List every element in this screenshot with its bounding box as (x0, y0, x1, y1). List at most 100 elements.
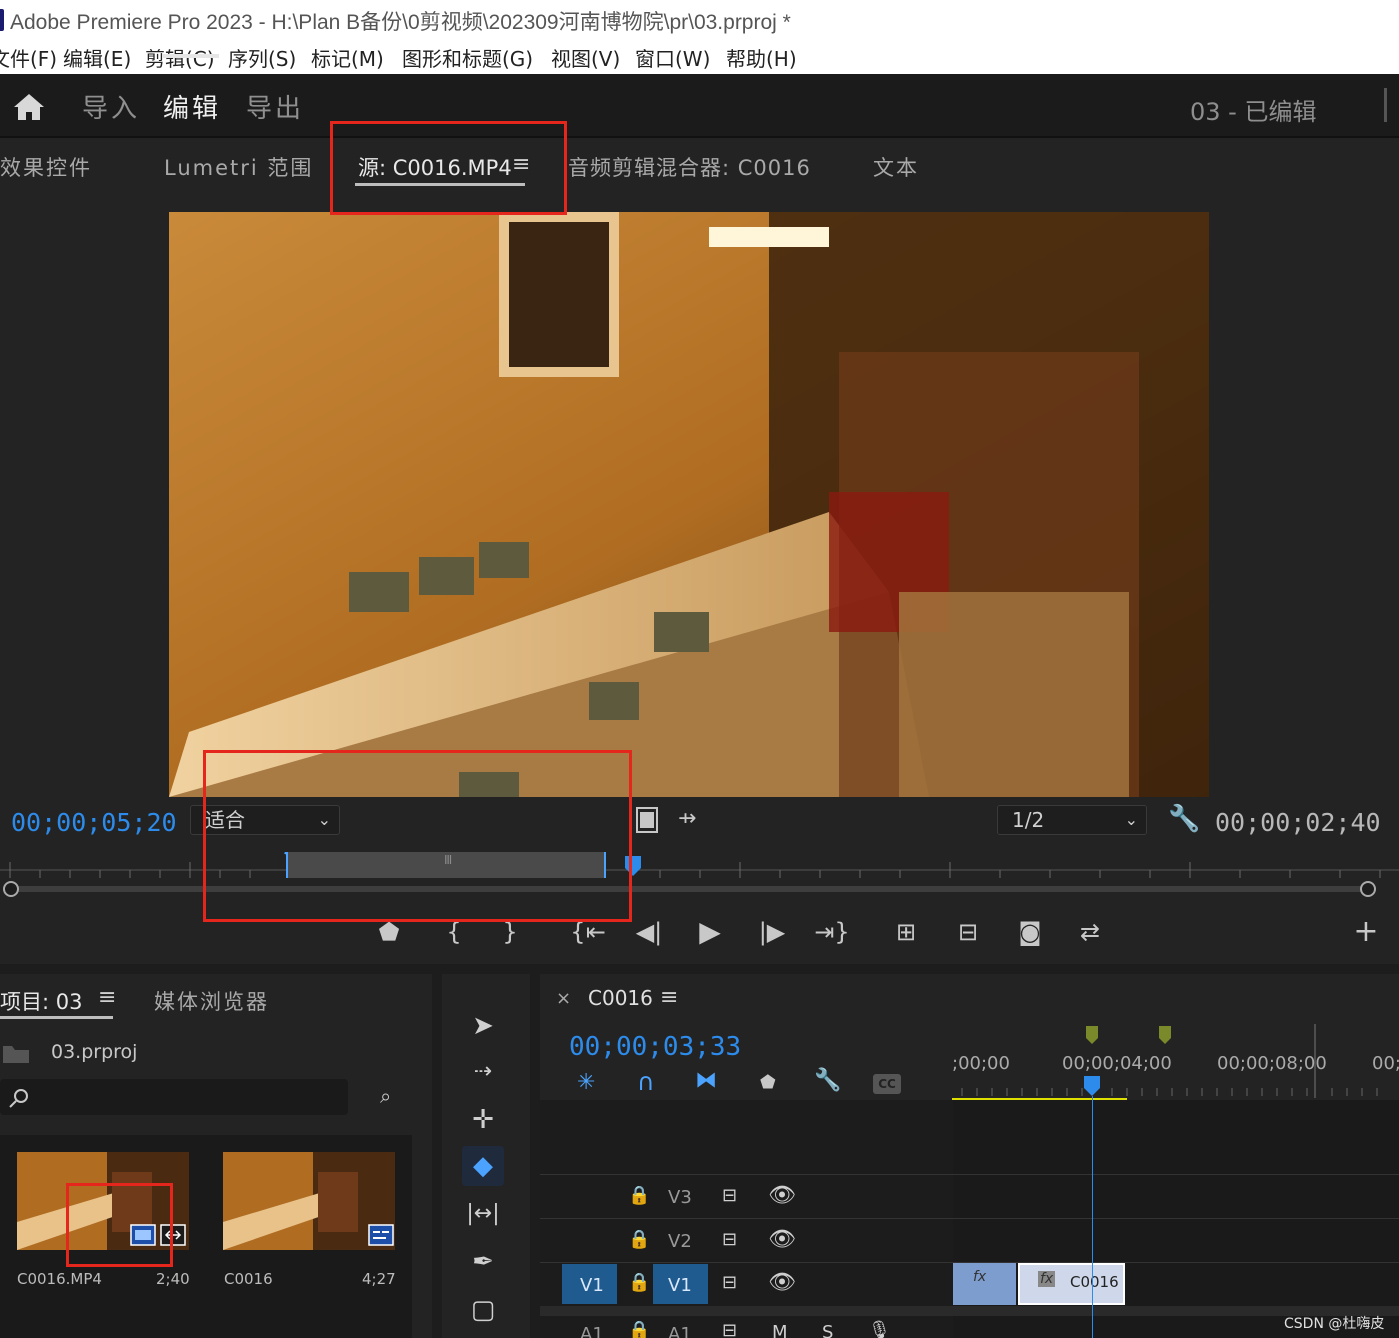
menu-help[interactable]: 帮助(H) (726, 43, 797, 72)
export-frame-camera-icon[interactable]: ◙ (1010, 914, 1050, 950)
menu-window[interactable]: 窗口(W) (635, 43, 710, 72)
toggle-proxy-button[interactable]: ⇄ (1070, 914, 1110, 950)
tab-import[interactable]: 导入 (82, 88, 140, 125)
ripple-edit-tool-icon[interactable]: ✛ (462, 1100, 504, 1140)
sync-lock-icon[interactable]: ⊟ (722, 1272, 737, 1293)
project-tab-underline (0, 1016, 113, 1019)
project-panel-menu-icon[interactable]: ≡ (98, 985, 116, 1010)
add-marker-icon[interactable]: ⬟ (760, 1072, 776, 1093)
project-search-input[interactable] (0, 1079, 348, 1115)
play-button[interactable]: ▶ (690, 914, 730, 950)
menu-markers[interactable]: 标记(M) (311, 43, 384, 72)
source-duration-timecode: 00;00;02;40 (1215, 808, 1381, 837)
track-header-a1[interactable]: A1 🔒 A1 ⊟ M S 🎙 (540, 1318, 953, 1338)
drag-audio-only-icon[interactable]: ⇸ (678, 806, 696, 831)
tab-effect-controls[interactable]: 效果控件 (0, 152, 92, 182)
drag-video-only-icon[interactable] (636, 807, 658, 833)
mute-button[interactable]: M (772, 1322, 788, 1338)
project-item-name: C0016.MP4 (17, 1270, 102, 1288)
nest-toggle-icon[interactable]: ✳ (577, 1070, 595, 1095)
tab-media-browser[interactable]: 媒体浏览器 (154, 986, 269, 1016)
menu-graphics[interactable]: 图形和标题(G) (402, 43, 533, 72)
settings-wrench-icon[interactable]: 🔧 (1168, 804, 1200, 834)
track-select-tool-icon[interactable]: ⇢ (462, 1052, 504, 1092)
razor-tool-icon[interactable]: ◆ (462, 1146, 504, 1186)
lock-icon[interactable]: 🔒 (628, 1185, 650, 1206)
tab-export[interactable]: 导出 (246, 88, 304, 125)
tab-project[interactable]: 项目: 03 (0, 986, 82, 1016)
watermark: CSDN @杜嗨皮 (1284, 1316, 1385, 1332)
playback-resolution-select[interactable]: 1/2 ⌄ (997, 805, 1147, 835)
tab-text[interactable]: 文本 (873, 152, 919, 182)
source-video-frame[interactable] (169, 212, 1209, 797)
eye-icon[interactable]: 👁 (768, 1227, 796, 1252)
source-patch-label: V1 (580, 1275, 604, 1296)
timeline-playhead-timecode[interactable]: 00;00;03;33 (569, 1032, 741, 1062)
menu-sequence[interactable]: 序列(S) (228, 43, 296, 72)
premiere-app-icon (0, 9, 4, 31)
sequence-icon (368, 1224, 394, 1246)
project-item-duration: 2;40 (156, 1270, 190, 1288)
track-label: V3 (668, 1187, 692, 1208)
rectangle-tool-icon[interactable]: ▢ (462, 1290, 504, 1330)
overwrite-button[interactable]: ⊟ (948, 914, 988, 950)
home-icon[interactable] (12, 92, 46, 122)
playhead-line (1092, 1096, 1093, 1338)
sync-lock-icon[interactable]: ⊟ (722, 1229, 737, 1250)
timeline-time-ruler[interactable] (952, 1024, 1399, 1104)
timeline-settings-wrench-icon[interactable]: 🔧 (814, 1068, 841, 1093)
menu-file[interactable]: 文件(F) (0, 43, 57, 72)
highlight-box-in-out-range (203, 750, 632, 922)
menu-edit[interactable]: 编辑(E) (63, 43, 131, 72)
linked-selection-icon[interactable]: ⧓ (695, 1068, 717, 1093)
find-bin-icon[interactable]: ⌕ (380, 1084, 391, 1108)
lock-icon[interactable]: 🔒 (628, 1320, 650, 1338)
selection-tool-icon[interactable]: ➤ (462, 1006, 504, 1046)
bin-folder-icon[interactable] (2, 1042, 30, 1064)
track-label: V2 (668, 1231, 692, 1252)
tab-lumetri-scopes[interactable]: Lumetri 范围 (164, 152, 313, 182)
video-audio-divider[interactable] (540, 1306, 1399, 1316)
go-to-out-button[interactable]: ⇥} (812, 914, 852, 950)
pen-tool-icon[interactable]: ✒ (462, 1242, 504, 1282)
source-patch-label: A1 (580, 1324, 604, 1338)
source-playhead-timecode[interactable]: 00;00;05;20 (11, 808, 177, 837)
eye-icon[interactable]: 👁 (768, 1270, 796, 1295)
timeline-clip[interactable]: fx C0016 (1018, 1263, 1125, 1305)
button-editor-plus-icon[interactable]: + (1346, 914, 1386, 950)
step-back-button[interactable]: ◀| (629, 914, 669, 950)
sync-lock-icon[interactable]: ⊟ (722, 1320, 737, 1338)
search-icon (9, 1089, 28, 1108)
eye-icon[interactable]: 👁 (768, 1183, 796, 1208)
sequence-marker[interactable] (1086, 1026, 1098, 1044)
sequence-marker[interactable] (1159, 1026, 1171, 1044)
timeline-clip-segment[interactable]: fx (953, 1263, 1016, 1305)
track-header-v3[interactable]: 🔒 V3 ⊟ 👁 (540, 1177, 953, 1219)
snap-magnet-icon[interactable]: ∩ (637, 1068, 655, 1096)
insert-button[interactable]: ⊞ (886, 914, 926, 950)
chevron-down-icon: ⌄ (1124, 810, 1138, 829)
close-sequence-icon[interactable]: × (556, 988, 571, 1009)
menu-view[interactable]: 视图(V) (551, 43, 620, 72)
tab-audio-clip-mixer[interactable]: 音频剪辑混合器: C0016 (568, 152, 811, 182)
track-header-v1[interactable]: V1 🔒 V1 ⊟ 👁 (540, 1264, 953, 1306)
project-file-name: 03.prproj (51, 1041, 138, 1063)
sync-lock-icon[interactable]: ⊟ (722, 1185, 737, 1206)
lock-icon[interactable]: 🔒 (628, 1272, 650, 1293)
track-label: A1 (668, 1324, 692, 1338)
timeline-playhead[interactable] (1084, 1076, 1100, 1096)
project-item-name: C0016 (224, 1270, 273, 1288)
step-forward-button[interactable]: |▶ (752, 914, 792, 950)
sequence-tab[interactable]: C0016 (588, 986, 653, 1010)
solo-button[interactable]: S (822, 1322, 833, 1338)
project-item-thumbnail[interactable] (223, 1152, 395, 1250)
captions-cc-icon[interactable]: CC (873, 1074, 901, 1094)
lock-icon[interactable]: 🔒 (628, 1229, 650, 1250)
tab-edit[interactable]: 编辑 (163, 88, 221, 125)
microphone-icon[interactable]: 🎙 (868, 1320, 891, 1338)
slip-tool-icon[interactable]: |↔| (462, 1194, 504, 1234)
timeline-panel-menu-icon[interactable]: ≡ (660, 985, 678, 1010)
project-item-duration: 4;27 (362, 1270, 396, 1288)
track-label: V1 (668, 1275, 692, 1296)
track-header-v2[interactable]: 🔒 V2 ⊟ 👁 (540, 1221, 953, 1263)
